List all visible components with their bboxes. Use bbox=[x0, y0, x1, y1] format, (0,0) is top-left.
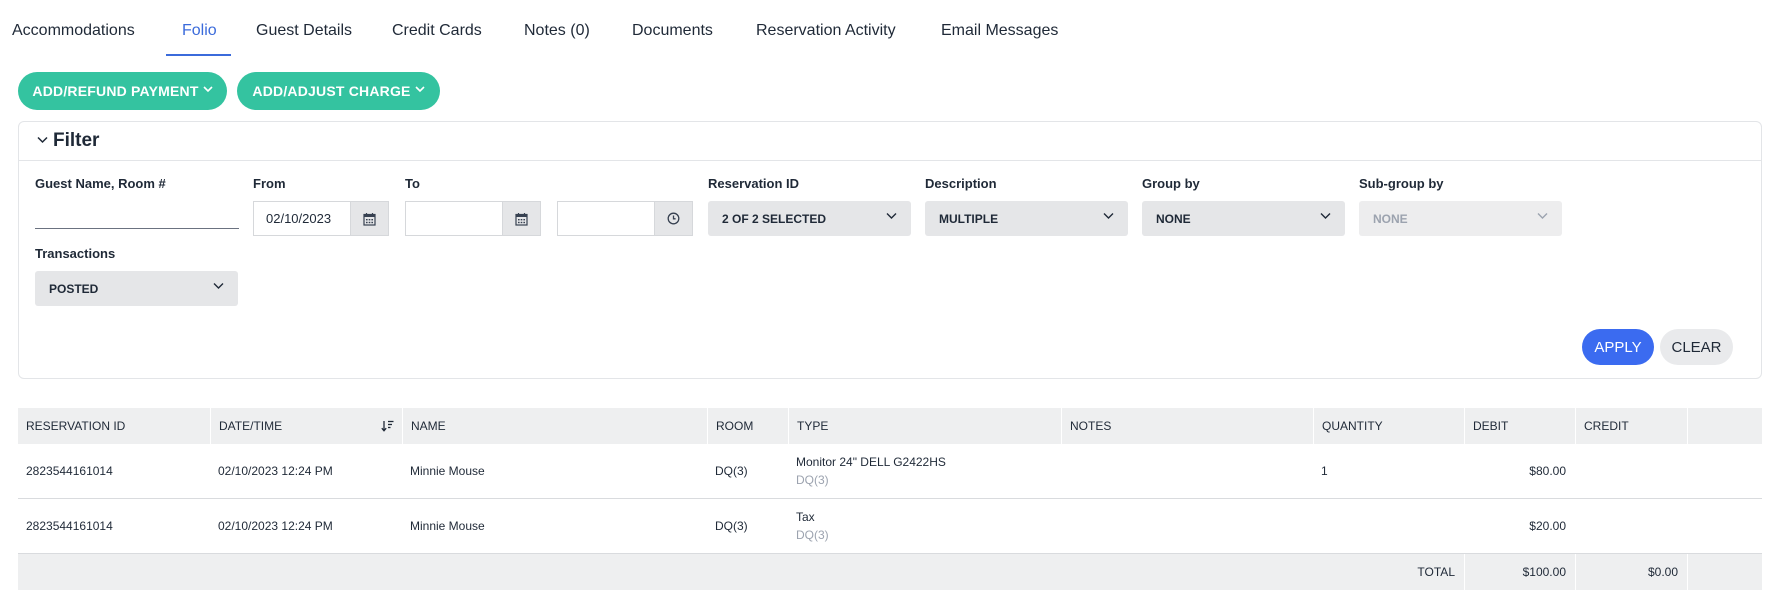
column-header-date-time-label: DATE/TIME bbox=[219, 419, 283, 433]
add-adjust-charge-label: ADD/ADJUST CHARGE bbox=[252, 83, 411, 99]
column-header-name[interactable]: NAME bbox=[402, 408, 707, 444]
chevron-down-icon bbox=[213, 281, 224, 293]
filter-header[interactable]: Filter bbox=[19, 122, 1761, 161]
transactions-label: Transactions bbox=[35, 246, 116, 261]
description-select[interactable]: MULTIPLE bbox=[925, 201, 1128, 236]
filter-title: Filter bbox=[53, 130, 100, 151]
from-label: From bbox=[253, 176, 286, 191]
from-date-picker: 02/10/2023 bbox=[253, 201, 389, 236]
tab-documents[interactable]: Documents bbox=[632, 22, 713, 40]
cell-reservation-id: 2823544161014 bbox=[26, 519, 113, 533]
sub-group-by-label: Sub-group by bbox=[1359, 176, 1444, 191]
cell-type-room: DQ(3) bbox=[796, 473, 829, 487]
cell-room: DQ(3) bbox=[715, 519, 748, 533]
cell-date-time: 02/10/2023 12:24 PM bbox=[218, 519, 333, 533]
cell-room: DQ(3) bbox=[715, 464, 748, 478]
guest-name-label: Guest Name, Room # bbox=[35, 176, 166, 191]
column-header-room[interactable]: ROOM bbox=[707, 408, 788, 444]
calendar-icon[interactable] bbox=[502, 201, 541, 236]
description-value: MULTIPLE bbox=[939, 211, 999, 226]
chevron-down-icon bbox=[1320, 211, 1331, 223]
to-label: To bbox=[405, 176, 420, 191]
group-by-value: NONE bbox=[1156, 211, 1191, 226]
chevron-down-icon bbox=[1537, 211, 1548, 223]
to-date-field[interactable] bbox=[405, 201, 502, 236]
reservation-id-label: Reservation ID bbox=[708, 176, 800, 191]
column-header-date-time[interactable]: DATE/TIME bbox=[210, 408, 402, 444]
tab-reservation-activity[interactable]: Reservation Activity bbox=[756, 22, 896, 40]
tab-accommodations[interactable]: Accommodations bbox=[12, 22, 135, 40]
chevron-down-icon bbox=[886, 211, 897, 223]
sub-group-by-value: NONE bbox=[1373, 211, 1408, 226]
chevron-down-icon bbox=[1103, 211, 1114, 223]
cell-type: Tax DQ(3) bbox=[796, 510, 829, 542]
cell-quantity: 1 bbox=[1321, 464, 1328, 478]
column-header-reservation-id[interactable]: RESERVATION ID bbox=[18, 408, 210, 444]
group-by-select[interactable]: NONE bbox=[1142, 201, 1345, 236]
tab-guest-details[interactable]: Guest Details bbox=[256, 22, 352, 40]
cell-name: Minnie Mouse bbox=[410, 519, 485, 533]
total-label: TOTAL bbox=[1417, 565, 1455, 579]
column-header-type[interactable]: TYPE bbox=[788, 408, 1061, 444]
add-refund-payment-button[interactable]: ADD/REFUND PAYMENT bbox=[18, 72, 227, 110]
cell-reservation-id: 2823544161014 bbox=[26, 464, 113, 478]
column-header-actions bbox=[1687, 408, 1762, 444]
to-time-picker bbox=[557, 201, 693, 236]
column-header-quantity[interactable]: QUANTITY bbox=[1313, 408, 1464, 444]
to-date-picker bbox=[405, 201, 541, 236]
group-by-label: Group by bbox=[1142, 176, 1200, 191]
cell-type-room: DQ(3) bbox=[796, 528, 829, 542]
cell-debit: $20.00 bbox=[1529, 519, 1566, 533]
apply-button[interactable]: APPLY bbox=[1582, 329, 1654, 365]
cell-type-label: Tax bbox=[796, 510, 815, 524]
total-actions bbox=[1687, 554, 1762, 590]
guest-name-input[interactable] bbox=[35, 199, 239, 229]
calendar-icon[interactable] bbox=[350, 201, 389, 236]
description-label: Description bbox=[925, 176, 997, 191]
filter-panel: Filter Guest Name, Room # From 02/10/202… bbox=[18, 121, 1762, 379]
transactions-select[interactable]: POSTED bbox=[35, 271, 238, 306]
table-header: RESERVATION ID DATE/TIME NAME ROOM TYPE … bbox=[18, 408, 1762, 444]
chevron-down-icon bbox=[203, 85, 213, 96]
column-header-notes[interactable]: NOTES bbox=[1061, 408, 1313, 444]
sub-group-by-select: NONE bbox=[1359, 201, 1562, 236]
tab-bar: Accommodations Folio Guest Details Credi… bbox=[0, 0, 1778, 56]
cell-name: Minnie Mouse bbox=[410, 464, 485, 478]
tab-email-messages[interactable]: Email Messages bbox=[941, 22, 1058, 40]
cell-date-time: 02/10/2023 12:24 PM bbox=[218, 464, 333, 478]
add-adjust-charge-button[interactable]: ADD/ADJUST CHARGE bbox=[237, 72, 440, 110]
active-tab-indicator bbox=[166, 54, 231, 56]
sort-icon[interactable] bbox=[381, 420, 394, 435]
reservation-id-value: 2 OF 2 SELECTED bbox=[722, 211, 827, 226]
transactions-value: POSTED bbox=[49, 281, 99, 296]
table-totals-row: TOTAL $100.00 $0.00 bbox=[18, 554, 1762, 590]
chevron-down-icon[interactable] bbox=[37, 133, 48, 147]
tab-notes[interactable]: Notes (0) bbox=[524, 22, 590, 40]
column-header-debit[interactable]: DEBIT bbox=[1464, 408, 1575, 444]
clock-icon[interactable] bbox=[654, 201, 693, 236]
total-credit: $0.00 bbox=[1575, 554, 1687, 590]
reservation-id-select[interactable]: 2 OF 2 SELECTED bbox=[708, 201, 911, 236]
clear-button[interactable]: CLEAR bbox=[1660, 329, 1733, 365]
to-time-field[interactable] bbox=[557, 201, 654, 236]
tab-folio[interactable]: Folio bbox=[182, 22, 217, 40]
cell-type-label: Monitor 24" DELL G2422HS bbox=[796, 455, 946, 469]
cell-debit: $80.00 bbox=[1529, 464, 1566, 478]
from-date-field[interactable]: 02/10/2023 bbox=[253, 201, 350, 236]
total-debit: $100.00 bbox=[1464, 554, 1575, 590]
table-row[interactable]: 2823544161014 02/10/2023 12:24 PM Minnie… bbox=[18, 499, 1762, 554]
column-header-credit[interactable]: CREDIT bbox=[1575, 408, 1687, 444]
table-row[interactable]: 2823544161014 02/10/2023 12:24 PM Minnie… bbox=[18, 444, 1762, 499]
chevron-down-icon bbox=[415, 85, 425, 96]
tab-credit-cards[interactable]: Credit Cards bbox=[392, 22, 482, 40]
cell-type: Monitor 24" DELL G2422HS DQ(3) bbox=[796, 455, 946, 487]
add-refund-payment-label: ADD/REFUND PAYMENT bbox=[32, 83, 199, 99]
